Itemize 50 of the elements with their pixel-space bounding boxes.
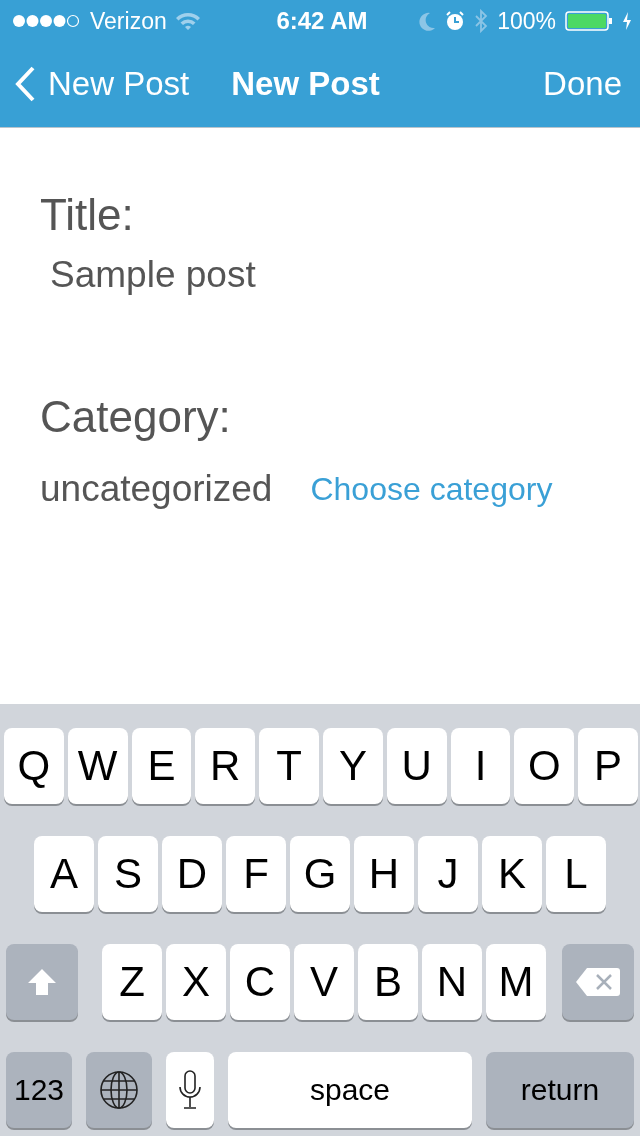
letter-key[interactable]: C <box>230 944 290 1020</box>
microphone-key[interactable] <box>166 1052 214 1128</box>
letter-key[interactable]: R <box>195 728 256 804</box>
battery-icon <box>565 11 613 31</box>
wifi-icon <box>174 11 201 31</box>
carrier-name: Verizon <box>90 7 167 35</box>
space-key[interactable]: space <box>228 1052 472 1128</box>
clock-time: 6:42 AM <box>276 7 368 35</box>
letter-key[interactable]: H <box>354 836 414 912</box>
category-label: Category: <box>40 392 232 442</box>
moon-icon <box>418 11 437 31</box>
letter-key[interactable]: X <box>166 944 226 1020</box>
letter-key[interactable]: D <box>162 836 222 912</box>
alarm-clock-icon <box>445 11 466 31</box>
letter-key[interactable]: T <box>259 728 319 804</box>
letter-key[interactable]: N <box>422 944 482 1020</box>
letter-key[interactable]: A <box>34 836 94 912</box>
letter-key[interactable]: E <box>131 728 192 804</box>
globe-key[interactable] <box>86 1052 152 1128</box>
letter-key[interactable]: W <box>67 728 128 804</box>
signal-icon <box>12 13 82 29</box>
microphone-icon <box>178 1070 202 1110</box>
backspace-icon <box>575 967 621 997</box>
letter-key[interactable]: B <box>358 944 418 1020</box>
battery-percent: 100% <box>497 7 556 35</box>
globe-icon <box>99 1070 139 1110</box>
letter-key[interactable]: J <box>418 836 478 912</box>
letter-key[interactable]: F <box>226 836 286 912</box>
letter-key[interactable]: Q <box>4 728 64 804</box>
letter-key[interactable]: Z <box>102 944 162 1020</box>
shift-arrow-icon <box>27 968 57 996</box>
letter-key[interactable]: G <box>290 836 350 912</box>
screen-title: New Post <box>231 65 381 103</box>
numbers-key[interactable]: 123 <box>6 1052 72 1128</box>
letter-key[interactable]: U <box>386 728 447 804</box>
letter-key[interactable]: P <box>578 728 638 804</box>
charging-icon <box>622 11 632 31</box>
letter-key[interactable]: Y <box>323 728 383 804</box>
letter-key[interactable]: O <box>514 728 575 804</box>
letter-key[interactable]: M <box>486 944 546 1020</box>
letter-key[interactable]: V <box>294 944 354 1020</box>
letter-key[interactable]: L <box>546 836 606 912</box>
letter-key[interactable]: I <box>450 728 511 804</box>
category-value: uncategorized <box>40 468 273 510</box>
title-label: Title: <box>40 190 135 240</box>
letter-key[interactable]: K <box>482 836 542 912</box>
chevron-left-icon <box>14 66 36 102</box>
bluetooth-icon <box>474 9 489 33</box>
return-key[interactable]: return <box>486 1052 634 1128</box>
letter-key[interactable]: S <box>98 836 158 912</box>
